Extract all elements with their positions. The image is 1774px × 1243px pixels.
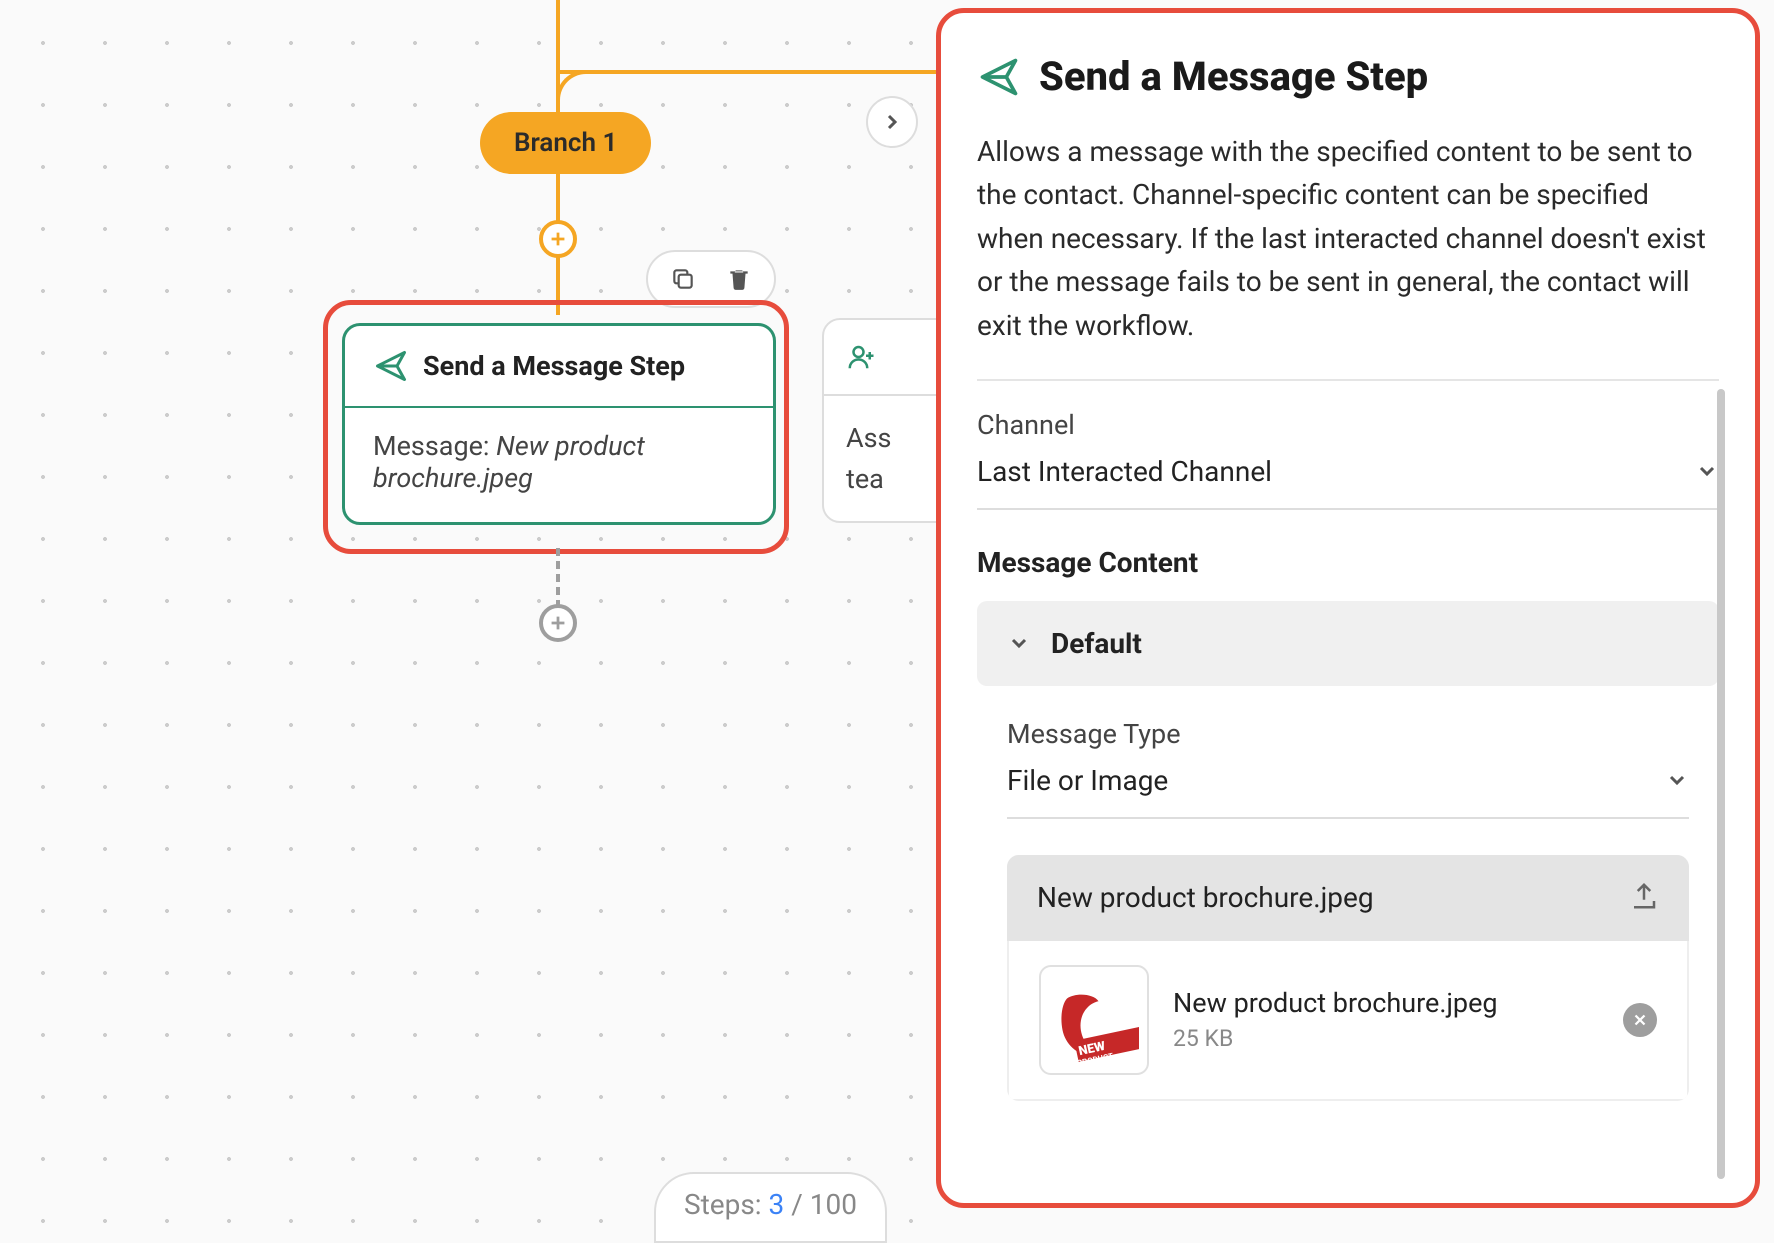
close-icon — [1631, 1011, 1649, 1029]
chevron-down-icon — [1695, 459, 1719, 483]
copy-icon — [670, 266, 696, 292]
file-row: NEW PRODUCT New product brochure.jpeg 25… — [1009, 941, 1687, 1099]
connector-vertical-bottom — [556, 548, 560, 608]
divider — [977, 379, 1719, 381]
chevron-down-icon — [1007, 631, 1031, 655]
message-content-body: Message Type File or Image New product b… — [977, 718, 1719, 1101]
file-attachment-card: New product brochure.jpeg NEW PRODUCT — [1007, 855, 1689, 1101]
channel-label: Channel — [977, 409, 1719, 441]
chevron-right-icon — [880, 110, 904, 134]
steps-label: Steps: — [684, 1188, 769, 1221]
file-header: New product brochure.jpeg — [1007, 855, 1689, 941]
user-plus-icon — [846, 342, 876, 372]
thumbnail-art: NEW PRODUCT — [1049, 985, 1139, 1075]
message-type-label: Message Type — [1007, 718, 1689, 750]
channel-select[interactable]: Last Interacted Channel — [977, 455, 1719, 510]
delete-button[interactable] — [724, 264, 754, 294]
message-type-select[interactable]: File or Image — [1007, 764, 1689, 819]
step-config-panel: Send a Message Step Allows a message wit… — [936, 8, 1760, 1208]
connector-curve — [556, 70, 586, 100]
branch-label-pill[interactable]: Branch 1 — [480, 112, 651, 174]
panel-title: Send a Message Step — [1039, 53, 1428, 100]
default-accordion[interactable]: Default — [977, 601, 1719, 686]
expand-branch-button[interactable] — [866, 96, 918, 148]
chevron-down-icon — [1665, 768, 1689, 792]
upload-icon — [1629, 881, 1659, 911]
send-message-node[interactable]: Send a Message Step Message: New product… — [342, 323, 776, 525]
plus-icon — [547, 228, 569, 250]
selected-node-highlight: Send a Message Step Message: New product… — [323, 300, 789, 554]
file-display-name: New product brochure.jpeg — [1037, 881, 1374, 914]
workflow-canvas[interactable]: Branch 1 Send a Message Step Message: N — [0, 0, 930, 1224]
steps-current: 3 — [769, 1188, 785, 1221]
channel-value: Last Interacted Channel — [977, 455, 1272, 488]
message-content-label: Message Content — [977, 546, 1719, 579]
plus-icon — [547, 612, 569, 634]
file-name: New product brochure.jpeg — [1173, 987, 1498, 1019]
file-info: New product brochure.jpeg 25 KB — [1173, 987, 1498, 1052]
connector-vertical-top — [556, 0, 560, 112]
node-body-label: Message: — [373, 430, 496, 462]
duplicate-button[interactable] — [668, 264, 698, 294]
remove-file-button[interactable] — [1623, 1003, 1657, 1037]
node-body: Message: New product brochure.jpeg — [345, 408, 773, 522]
message-type-value: File or Image — [1007, 764, 1168, 797]
file-thumbnail: NEW PRODUCT — [1039, 965, 1149, 1075]
add-step-button[interactable] — [539, 220, 577, 258]
node-header: Send a Message Step — [345, 326, 773, 408]
steps-sep: / — [784, 1188, 809, 1221]
scrollbar[interactable] — [1717, 389, 1725, 1179]
node-title: Send a Message Step — [423, 350, 685, 382]
panel-header: Send a Message Step — [977, 53, 1719, 100]
add-step-after-button[interactable] — [539, 604, 577, 642]
accordion-label: Default — [1051, 627, 1142, 660]
upload-button[interactable] — [1629, 881, 1659, 915]
send-icon — [977, 55, 1021, 99]
trash-icon — [726, 266, 752, 292]
steps-counter: Steps: 3 / 100 — [654, 1172, 887, 1243]
send-icon — [373, 348, 409, 384]
connector-horizontal — [560, 70, 960, 74]
panel-description: Allows a message with the specified cont… — [977, 130, 1719, 347]
file-size: 25 KB — [1173, 1025, 1498, 1052]
steps-total: 100 — [810, 1188, 857, 1221]
